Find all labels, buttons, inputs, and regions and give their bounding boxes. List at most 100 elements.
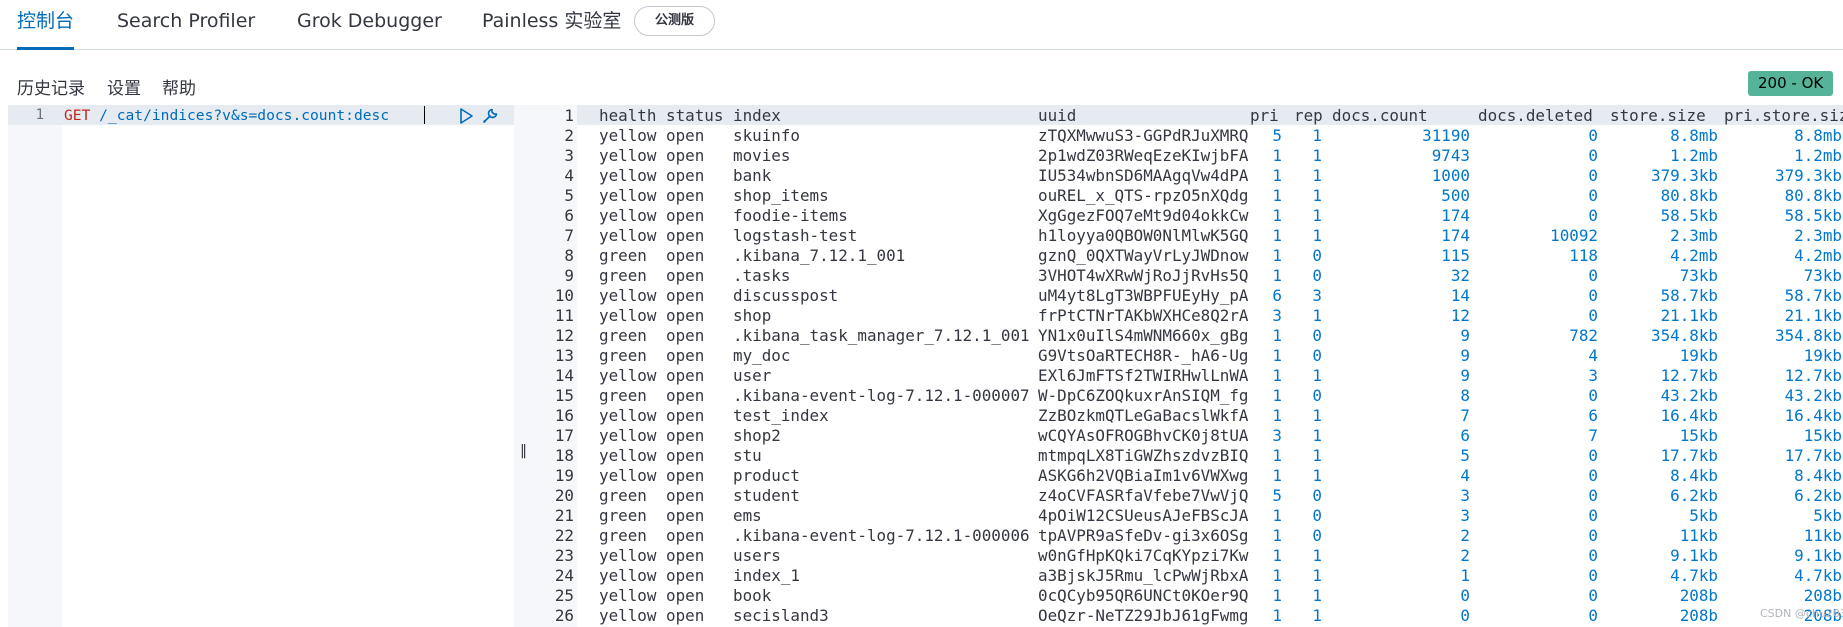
cell-store-size: 73kb bbox=[1679, 266, 1718, 285]
panel-resizer[interactable] bbox=[514, 105, 532, 627]
cell-index: user bbox=[733, 366, 772, 385]
cell-pri: 1 bbox=[1272, 366, 1282, 385]
help-link[interactable]: 帮助 bbox=[162, 74, 196, 99]
request-line[interactable]: GET /_cat/indices?v&s=docs.count:desc bbox=[64, 107, 389, 124]
cell-health: green bbox=[599, 266, 647, 285]
cell-pri-store-size: 19kb bbox=[1803, 346, 1842, 365]
cell-docs-deleted: 0 bbox=[1588, 286, 1598, 305]
cell-pri-store-size: 354.8kb bbox=[1775, 326, 1842, 345]
line-number: 17 bbox=[554, 426, 574, 445]
cell-index: .kibana-event-log-7.12.1-000007 bbox=[733, 386, 1030, 405]
cell-docs-deleted: 0 bbox=[1588, 526, 1598, 545]
cell-pri-store-size: 17.7kb bbox=[1784, 446, 1842, 465]
line-number: 4 bbox=[564, 166, 574, 185]
line-number: 13 bbox=[554, 346, 574, 365]
cell-docs-count: 9 bbox=[1460, 326, 1470, 345]
cell-uuid: XgGgezFOQ7eMt9d04okkCw bbox=[1038, 206, 1249, 225]
cell-status: open bbox=[666, 166, 705, 185]
play-icon[interactable] bbox=[459, 108, 473, 124]
beta-badge: 公测版 bbox=[634, 6, 716, 36]
history-link[interactable]: 历史记录 bbox=[17, 74, 85, 99]
cell-store-size: 208b bbox=[1679, 606, 1718, 625]
cell-index: bank bbox=[733, 166, 772, 185]
cell-status: open bbox=[666, 606, 705, 625]
response-output[interactable]: 1 health status index uuid pri rep docs.… bbox=[532, 105, 1843, 627]
cell-pri: 1 bbox=[1272, 386, 1282, 405]
cell-health: yellow bbox=[599, 126, 657, 145]
cell-uuid: gznQ_0QXTWayVrLyJWDnow bbox=[1038, 246, 1249, 265]
cell-docs-count: 115 bbox=[1441, 246, 1470, 265]
cell-rep: 1 bbox=[1312, 426, 1322, 445]
cell-docs-count: 8 bbox=[1460, 386, 1470, 405]
table-row: 5 yellow open shop_items ouREL_x_QTS-rpzO5nX… bbox=[532, 186, 1843, 206]
request-path: /_cat/indices?v&s=docs.count:desc bbox=[99, 107, 390, 124]
cell-rep: 1 bbox=[1312, 306, 1322, 325]
table-row: 9 green open .tasks 3VHOT4wXRwWjRoJjRvHs5Q 1 0… bbox=[532, 266, 1843, 286]
cell-uuid: 0cQCyb95QR6UNCt0KOer9Q bbox=[1038, 586, 1249, 605]
cell-health: yellow bbox=[599, 226, 657, 245]
cell-index: discusspost bbox=[733, 286, 839, 305]
line-number: 3 bbox=[564, 146, 574, 165]
cell-docs-deleted: 0 bbox=[1588, 466, 1598, 485]
table-row: 3 yellow open movies 2p1wdZ03RWeqEzeKIwjbFA 1… bbox=[532, 146, 1843, 166]
cell-index: .tasks bbox=[733, 266, 791, 285]
cell-pri: 1 bbox=[1272, 606, 1282, 625]
cell-status: open bbox=[666, 566, 705, 585]
cell-health: green bbox=[599, 506, 647, 525]
cell-pri-store-size: 43.2kb bbox=[1784, 386, 1842, 405]
cell-store-size: 379.3kb bbox=[1651, 166, 1718, 185]
cell-docs-deleted: 7 bbox=[1588, 426, 1598, 445]
tab-painless-lab[interactable]: Painless 实验室 bbox=[482, 0, 621, 50]
cell-status: open bbox=[666, 186, 705, 205]
tab-grok-debugger[interactable]: Grok Debugger bbox=[297, 0, 442, 50]
cell-pri-store-size: 8.4kb bbox=[1794, 466, 1842, 485]
cell-pri-store-size: 5kb bbox=[1813, 506, 1842, 525]
tab-console[interactable]: 控制台 bbox=[17, 0, 75, 50]
cell-pri-store-size: 4.2mb bbox=[1794, 246, 1842, 265]
cell-uuid: W-DpC6ZOQkuxrAnSIQM_fg bbox=[1038, 386, 1249, 405]
cell-uuid: EXl6JmFTSf2TWIRHwlLnWA bbox=[1038, 366, 1249, 385]
cell-pri: 1 bbox=[1272, 326, 1282, 345]
cell-docs-count: 9743 bbox=[1431, 146, 1470, 165]
cell-status: open bbox=[666, 446, 705, 465]
cell-uuid: wCQYAsOFROGBhvCK0j8tUA bbox=[1038, 426, 1249, 445]
cell-index: student bbox=[733, 486, 800, 505]
cell-pri: 1 bbox=[1272, 446, 1282, 465]
cell-pri-store-size: 9.1kb bbox=[1794, 546, 1842, 565]
line-number: 22 bbox=[554, 526, 574, 545]
settings-link[interactable]: 设置 bbox=[107, 74, 141, 99]
table-row: 22 green open .kibana-event-log-7.12.1-0000… bbox=[532, 526, 1843, 546]
cell-docs-deleted: 0 bbox=[1588, 386, 1598, 405]
cell-health: yellow bbox=[599, 406, 657, 425]
cell-status: open bbox=[666, 126, 705, 145]
line-number: 6 bbox=[564, 206, 574, 225]
cell-docs-count: 174 bbox=[1441, 206, 1470, 225]
cell-index: shop2 bbox=[733, 426, 781, 445]
cell-uuid: 4pOiW12CSUeusAJeFBScJA bbox=[1038, 506, 1249, 525]
table-row: 4 yellow open bank IU534wbnSD6MAAgqVw4dPA 1 1 1… bbox=[532, 166, 1843, 186]
cell-pri: 1 bbox=[1272, 526, 1282, 545]
col-status: status bbox=[666, 106, 724, 125]
cell-rep: 1 bbox=[1312, 546, 1322, 565]
cell-docs-count: 3 bbox=[1460, 486, 1470, 505]
wrench-icon[interactable] bbox=[481, 107, 499, 125]
line-number: 9 bbox=[564, 266, 574, 285]
request-editor[interactable]: 1 GET /_cat/indices?v&s=docs.count:desc bbox=[8, 105, 514, 627]
col-pri-store-size: pri.store.size bbox=[1724, 106, 1843, 125]
cell-uuid: zTQXMwwuS3-GGPdRJuXMRQ bbox=[1038, 126, 1249, 145]
cell-docs-deleted: 0 bbox=[1588, 206, 1598, 225]
cell-pri: 1 bbox=[1272, 406, 1282, 425]
cell-pri: 1 bbox=[1272, 566, 1282, 585]
cell-rep: 1 bbox=[1312, 446, 1322, 465]
cell-health: yellow bbox=[599, 546, 657, 565]
tab-search-profiler[interactable]: Search Profiler bbox=[117, 0, 255, 50]
response-table: 1 health status index uuid pri rep docs.… bbox=[532, 106, 1843, 626]
cell-pri: 6 bbox=[1272, 286, 1282, 305]
line-number: 11 bbox=[554, 306, 574, 325]
cell-docs-deleted: 0 bbox=[1588, 186, 1598, 205]
drag-handle-icon[interactable]: ‖ bbox=[520, 443, 527, 459]
cell-docs-count: 14 bbox=[1450, 286, 1470, 305]
cell-health: green bbox=[599, 386, 647, 405]
cell-uuid: G9VtsOaRTECH8R-_hA6-Ug bbox=[1038, 346, 1249, 365]
table-row: 11 yellow open shop frPtCTNrTAKbWXHCe8Q2rA 3 1… bbox=[532, 306, 1843, 326]
